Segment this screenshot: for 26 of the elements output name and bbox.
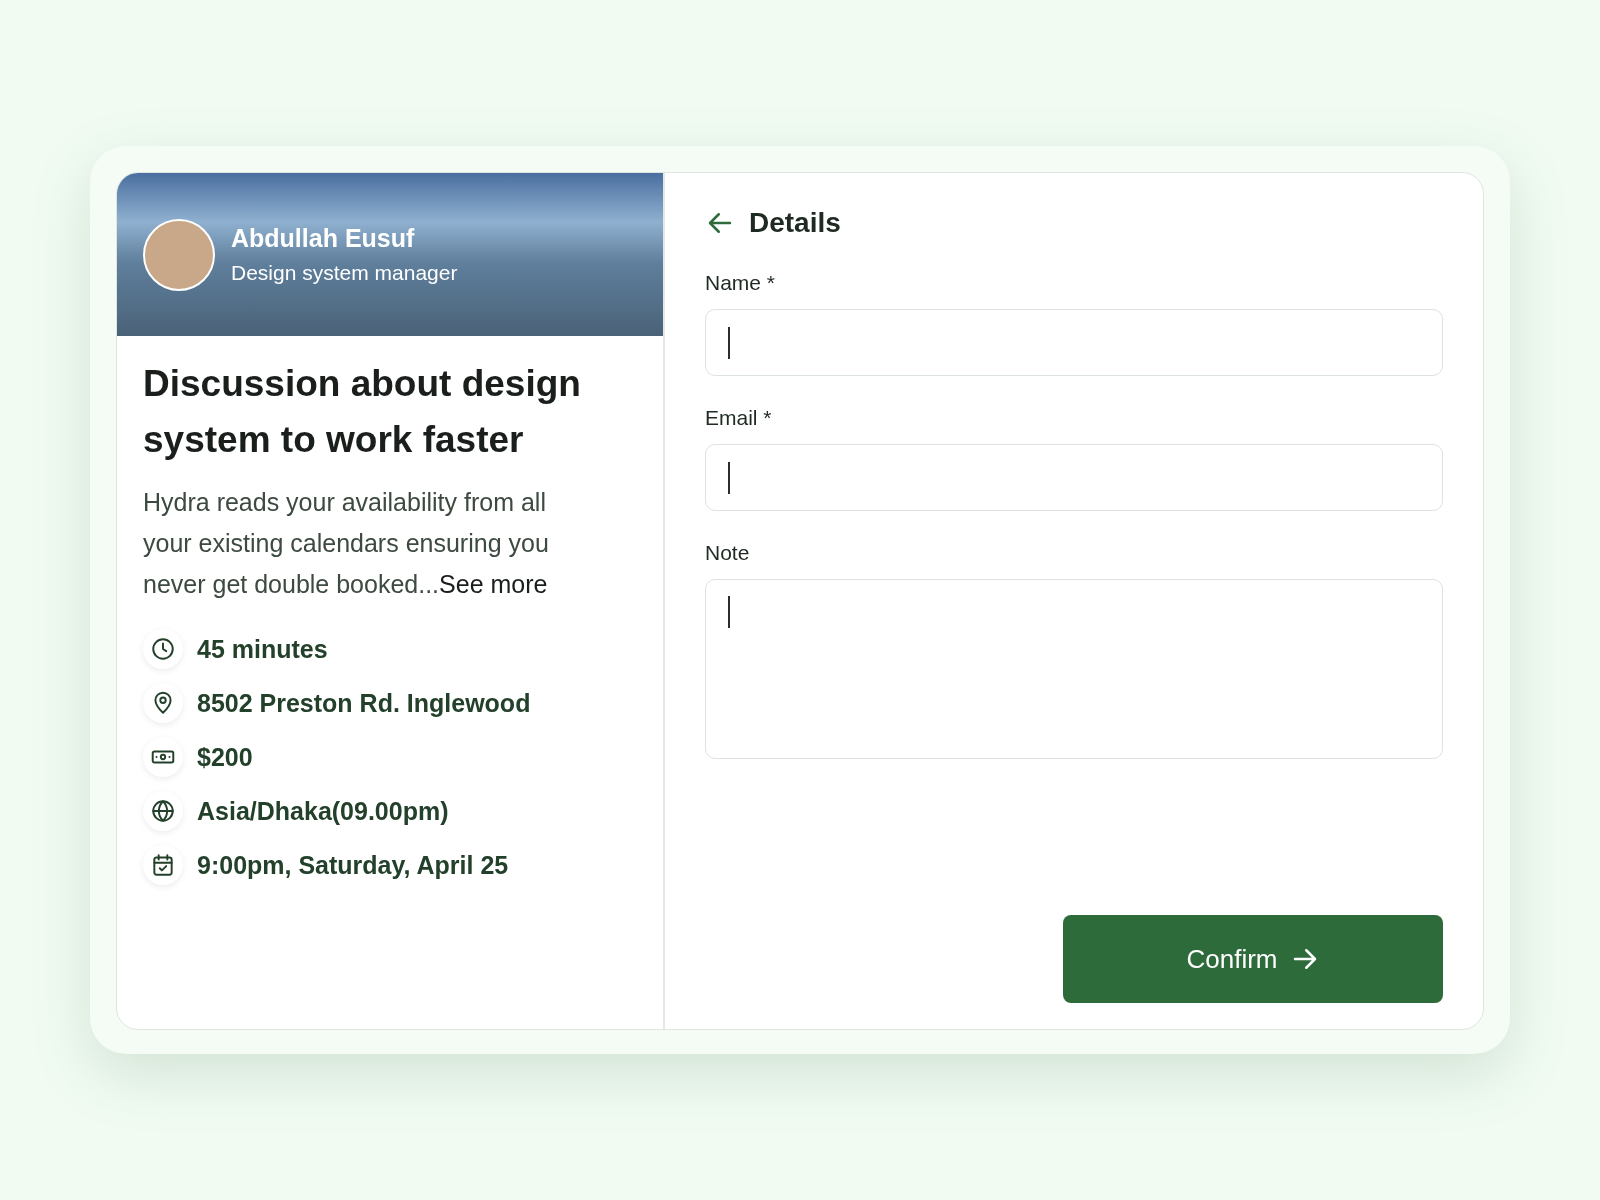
host-role: Design system manager [231,261,458,285]
event-title: Discussion about design system to work faster [143,362,582,462]
detail-text: $200 [197,742,253,772]
input-field[interactable] [705,309,1443,376]
host-name: Abdullah Eusuf [231,224,416,253]
detail-text: 8502 Preston Rd. Inglewood [197,688,531,718]
clock-icon [143,629,183,669]
input-field[interactable] [705,444,1443,511]
banknote-icon [143,737,183,777]
see-more-link[interactable]: See more [439,570,548,598]
text-cursor [728,326,730,359]
globe-icon [143,791,183,831]
text-cursor [728,461,730,494]
calendar-icon [143,845,183,885]
confirm-button[interactable]: Confirm [1063,915,1443,1003]
detail-text: 45 minutes [197,634,328,664]
text-cursor [728,596,730,628]
detail-text: 9:00pm, Saturday, April 25 [197,850,509,880]
event-description: Hydra reads your availability from all your existing calendars ensuring you never get double booked...See more [143,487,550,600]
map-pin-icon [143,683,183,723]
note-field[interactable] [705,579,1443,759]
form-title: Details [749,207,841,239]
detail-text: Asia/Dhaka(09.00pm) [197,796,449,826]
field-label: Email * [705,406,773,430]
field-label: Name * [705,271,777,295]
field-label: Note [705,541,751,565]
